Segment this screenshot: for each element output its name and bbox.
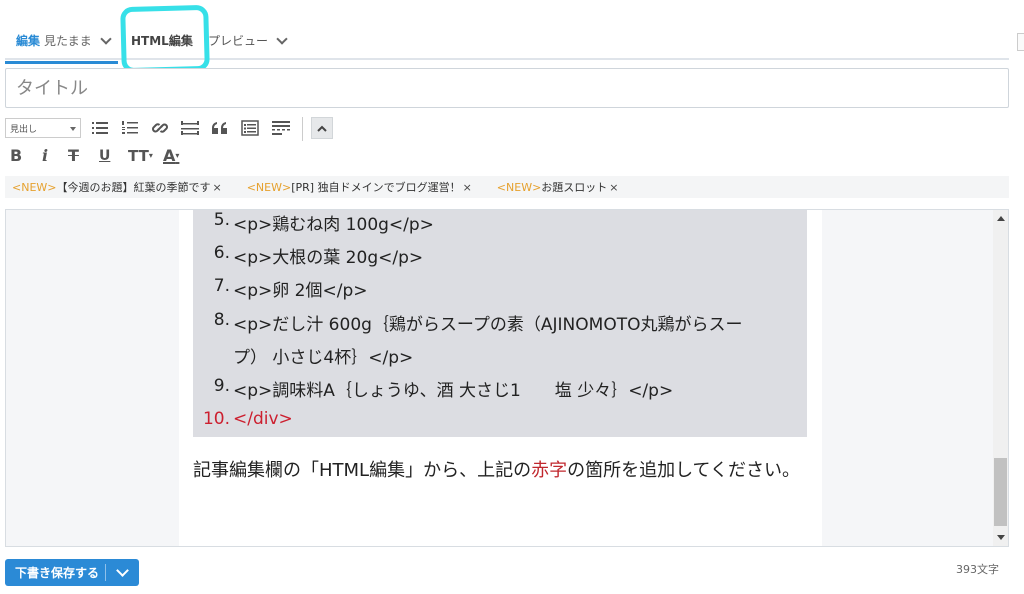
underline-button[interactable]: U (99, 145, 110, 167)
notice-item[interactable]: <NEW> [PR] 独自ドメインでブログ運営！ × (247, 179, 472, 195)
text-color-button[interactable]: A▾ (163, 145, 179, 167)
blockquote-button[interactable] (209, 117, 231, 139)
scroll-down-icon[interactable] (997, 535, 1005, 540)
save-draft-button[interactable]: 下書き保存する (5, 559, 139, 586)
line-number: 5. (213, 210, 230, 230)
text-color-letter: A (163, 146, 176, 165)
code-text: <p>卵 2個</p> (233, 281, 368, 301)
line-number: 6. (213, 243, 230, 263)
editor-area[interactable]: 5. <p>鶏むね肉 100g</p> 6. <p>大根の葉 20g</p> 7… (5, 209, 1009, 547)
tab-preview-label: プレビュー (208, 34, 269, 48)
paragraph-text: の箇所を追加してください。 (567, 460, 801, 481)
chevron-down-icon (276, 32, 288, 45)
scroll-up-icon[interactable] (997, 216, 1005, 221)
toolbar-separator (302, 117, 303, 141)
horizontal-rule-button[interactable] (179, 117, 201, 139)
tab-edit-mode: 見たまま (44, 34, 92, 48)
table-of-contents-icon (241, 120, 259, 136)
character-count: 393文字 (956, 563, 999, 576)
editor-mode-tabs: 編集 見たまま HTML編集 プレビュー (5, 22, 1009, 64)
new-tag: <NEW> (12, 180, 57, 194)
caret-down-icon (70, 127, 76, 131)
code-text: <p>大根の葉 20g</p> (233, 248, 424, 268)
chevron-down-icon (99, 32, 112, 45)
vertical-scrollbar[interactable] (993, 210, 1008, 546)
tab-preview[interactable]: プレビュー (208, 32, 290, 49)
tab-html-edit[interactable]: HTML編集 (131, 32, 193, 49)
close-icon[interactable]: × (213, 181, 222, 194)
code-text: <p>鶏むね肉 100g</p> (233, 215, 434, 235)
notice-text: 【今週のお題】紅葉の季節です (56, 181, 211, 194)
bullet-list-button[interactable] (89, 117, 111, 139)
heading-select[interactable]: 見出し (5, 118, 81, 138)
editor-content[interactable]: 5. <p>鶏むね肉 100g</p> 6. <p>大根の葉 20g</p> 7… (179, 210, 822, 546)
new-tag: <NEW> (496, 180, 542, 194)
code-text: </div> (233, 409, 293, 429)
font-size-small: T (138, 147, 149, 165)
horizontal-rule-icon (181, 121, 199, 135)
collapse-toolbar-button[interactable] (311, 117, 333, 139)
numbered-list-icon (122, 121, 138, 134)
italic-button[interactable]: i (42, 145, 48, 167)
new-tag: <NEW> (246, 180, 292, 194)
chevron-down-icon (116, 564, 129, 577)
scroll-thumb[interactable] (994, 458, 1007, 526)
save-draft-label: 下書き保存する (15, 566, 100, 580)
notice-item[interactable]: <NEW> お題スロット × (497, 179, 619, 195)
title-input[interactable] (5, 68, 1009, 108)
link-button[interactable] (149, 117, 171, 139)
code-text: <p>調味料A｛しょうゆ、酒 大さじ1 塩 少々｝</p> (233, 381, 674, 401)
bullet-list-icon (92, 122, 108, 134)
table-of-contents-button[interactable] (239, 117, 261, 139)
paragraph-text: 記事編集欄の「HTML編集」から、上記の (193, 460, 532, 481)
notice-item[interactable]: <NEW> 【今週のお題】紅葉の季節です × (12, 179, 222, 195)
font-size-large: T (128, 147, 139, 165)
code-block: 5. <p>鶏むね肉 100g</p> 6. <p>大根の葉 20g</p> 7… (193, 210, 807, 437)
toolbar-row-2: B i T U TT▾ A▾ (5, 145, 205, 167)
tab-edit[interactable]: 編集 見たまま (5, 32, 118, 64)
close-icon[interactable]: × (463, 181, 472, 194)
strikethrough-button[interactable]: T (68, 145, 79, 167)
line-number: 7. (213, 276, 230, 296)
quote-icon (212, 122, 227, 134)
heading-select-value: 見出し (10, 125, 38, 135)
numbered-list-button[interactable] (119, 117, 141, 139)
bold-button[interactable]: B (10, 145, 22, 167)
tab-edit-label: 編集 (16, 34, 41, 48)
notice-text: [PR] 独自ドメインでブログ運営！ (291, 181, 461, 194)
side-panel-tab[interactable] (1017, 33, 1024, 51)
notice-text: お題スロット (541, 181, 608, 194)
red-text: 赤字 (531, 460, 568, 481)
read-more-icon (272, 121, 290, 135)
code-text: <p>だし汁 600g｛鶏がらスープの素（AJINOMOTO丸鶏がらスー (233, 315, 743, 335)
line-number: 10. (202, 409, 230, 429)
paragraph: 記事編集欄の「HTML編集」から、上記の赤字の箇所を追加してください。 (193, 456, 803, 486)
close-icon[interactable]: × (609, 181, 618, 194)
chevron-up-icon (317, 125, 327, 132)
save-options-dropdown[interactable] (106, 564, 139, 577)
line-number: 8. (213, 310, 230, 330)
line-number: 9. (213, 376, 230, 396)
read-more-button[interactable] (270, 117, 292, 139)
font-size-button[interactable]: TT▾ (128, 145, 153, 167)
tab-html-label: HTML編集 (131, 34, 193, 48)
link-icon (152, 123, 168, 133)
notice-bar: <NEW> 【今週のお題】紅葉の季節です × <NEW> [PR] 独自ドメイン… (5, 176, 1009, 198)
toolbar-row-1: 見出し (5, 117, 345, 141)
code-text: プ） 小さじ4杯｝</p> (233, 348, 414, 368)
